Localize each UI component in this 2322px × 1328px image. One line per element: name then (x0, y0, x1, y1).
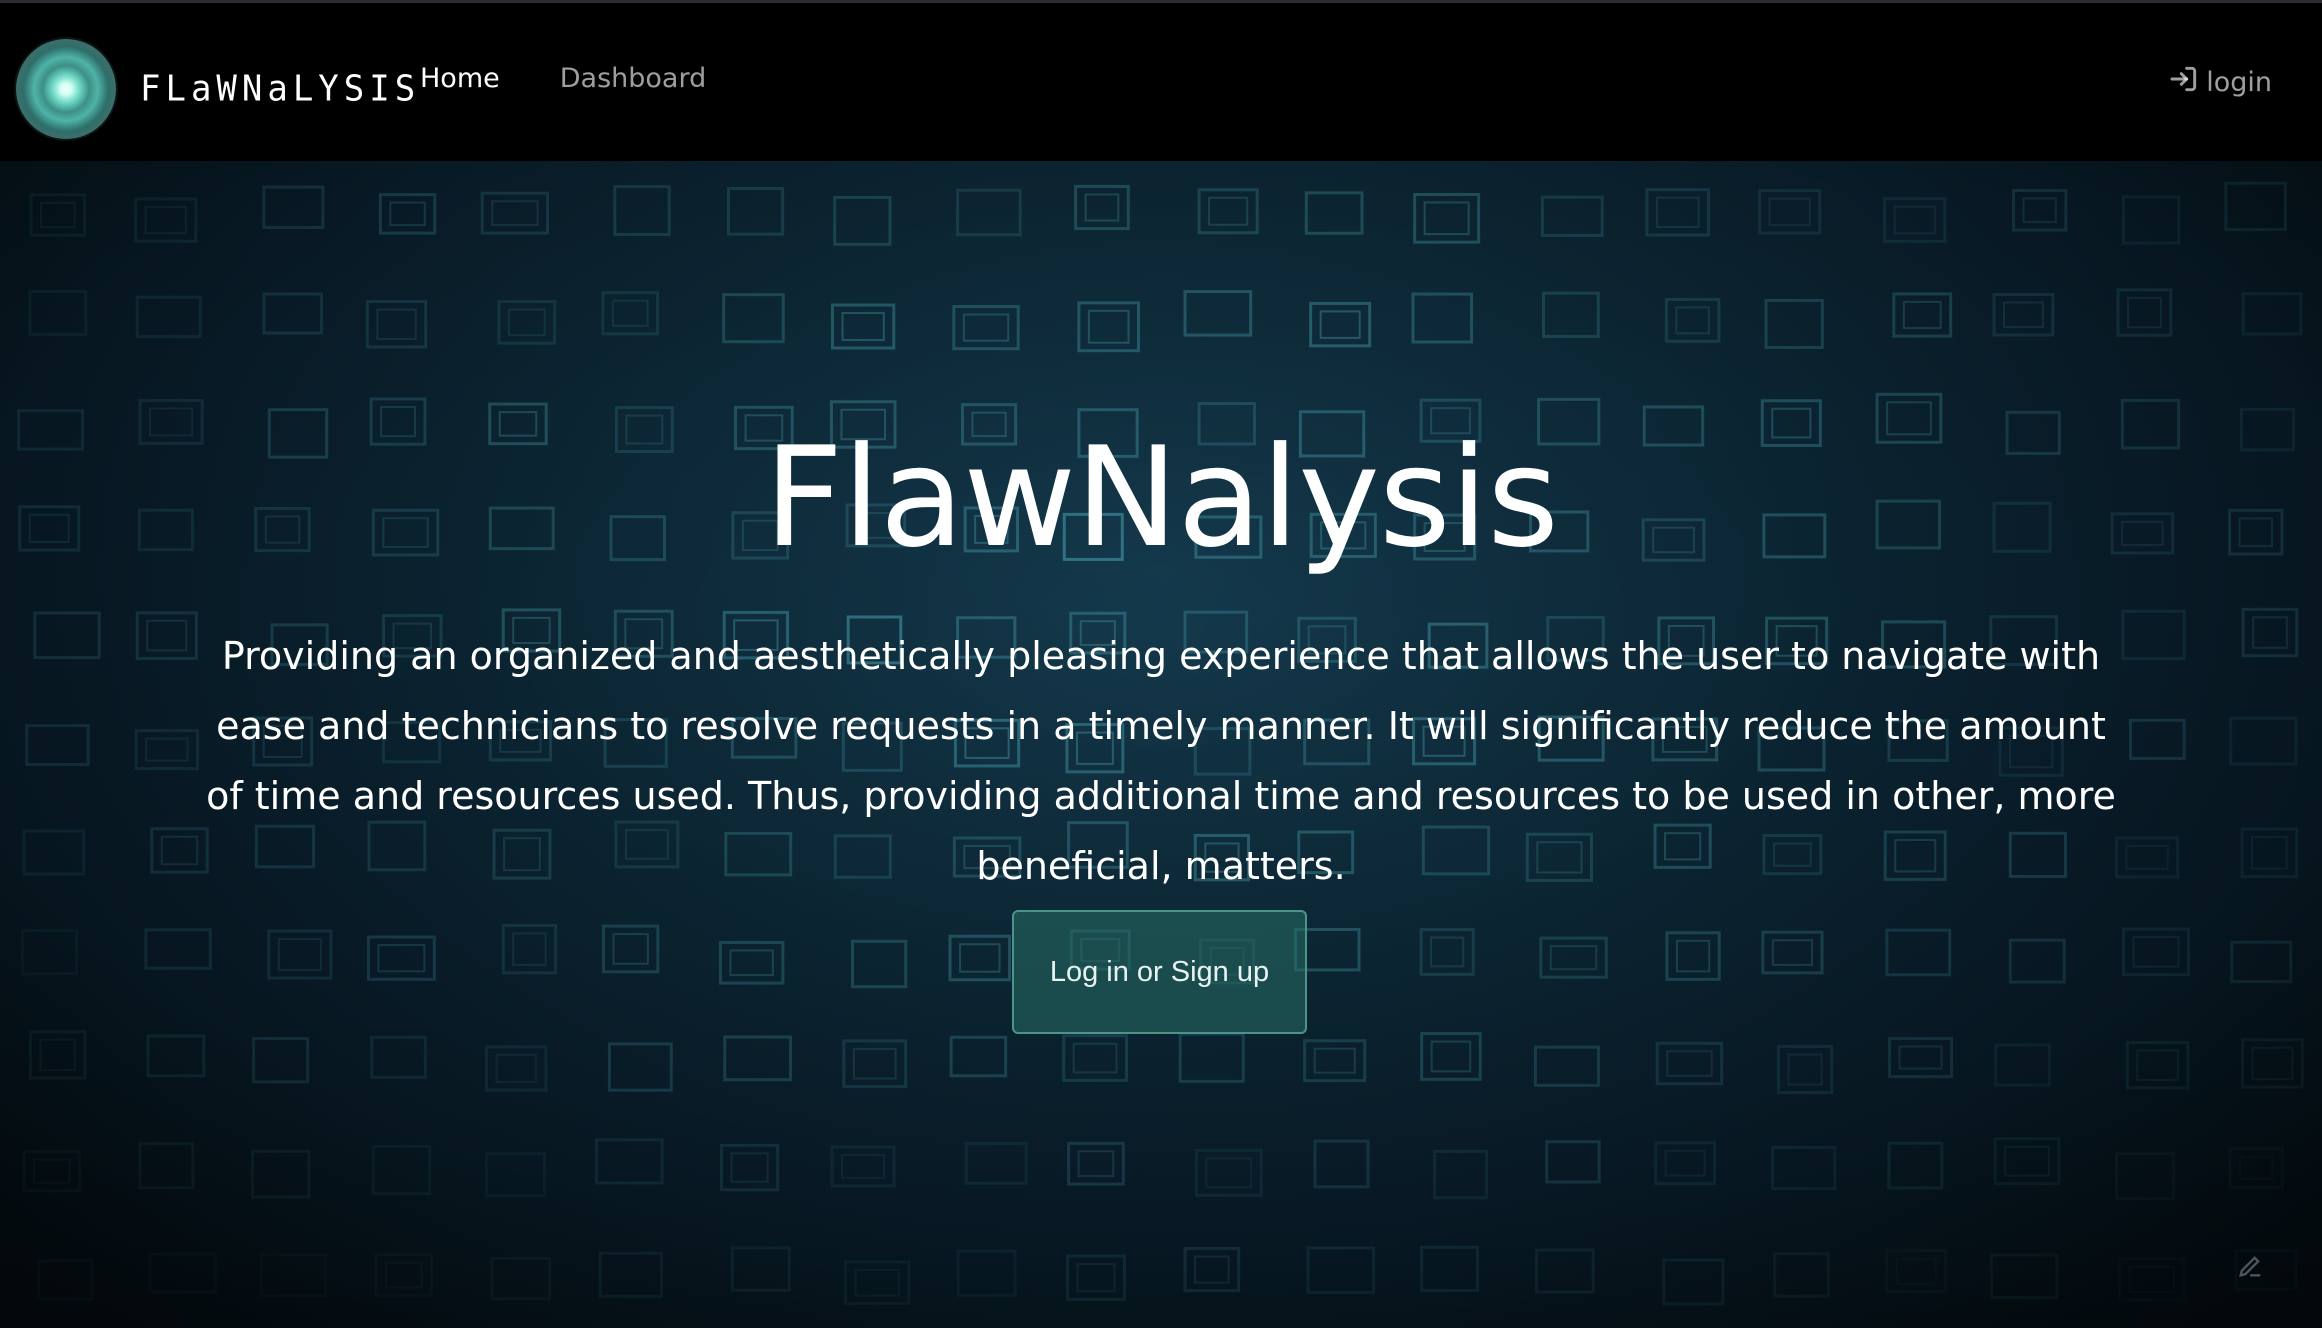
nav-links: Home Dashboard (420, 63, 706, 94)
login-link[interactable]: login (2168, 63, 2272, 102)
hero-description: Providing an organized and aesthetically… (206, 634, 2116, 888)
logo-icon (16, 39, 116, 139)
edit-icon[interactable] (2236, 1252, 2264, 1280)
hero-section: FlawNalysis Providing an organized and a… (0, 161, 2322, 1328)
sign-in-icon (2168, 63, 2200, 102)
login-signup-button[interactable]: Log in or Sign up (1012, 910, 1307, 1034)
page: FLaWNaLYSIS Home Dashboard login FlawNal… (0, 0, 2322, 1328)
hero-content: FlawNalysis Providing an organized and a… (0, 161, 2322, 1328)
brand-link[interactable]: FLaWNaLYSIS (16, 39, 420, 139)
navbar: FLaWNaLYSIS Home Dashboard login (0, 0, 2322, 161)
login-label: login (2206, 67, 2272, 98)
nav-link-home[interactable]: Home (420, 63, 500, 94)
hero-title: FlawNalysis (763, 417, 1559, 578)
brand-name: FLaWNaLYSIS (140, 68, 421, 110)
nav-link-dashboard[interactable]: Dashboard (560, 63, 706, 94)
